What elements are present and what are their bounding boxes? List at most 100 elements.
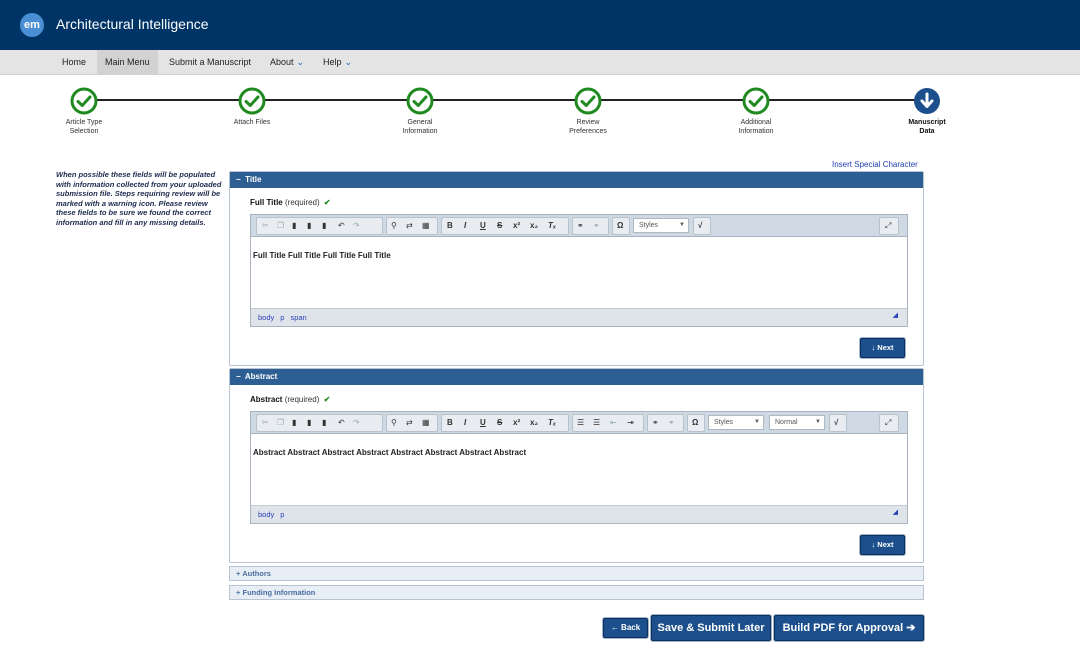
panel-title: Title (245, 175, 262, 184)
remove-format-icon[interactable]: Tₓ (548, 218, 556, 234)
abstract-content[interactable]: Abstract Abstract Abstract Abstract Abst… (253, 448, 526, 457)
unlink-icon[interactable]: ⚭ (593, 218, 600, 234)
strikethrough-icon[interactable]: S (497, 218, 502, 234)
title-next-button[interactable]: ↓ Next (860, 338, 905, 358)
title-panel-header[interactable]: − Title (230, 172, 923, 188)
underline-icon[interactable]: U (480, 415, 486, 431)
superscript-icon[interactable]: x² (513, 415, 520, 431)
redo-icon[interactable]: ↷ (353, 415, 360, 431)
panel-title: Abstract (244, 372, 278, 381)
find-icon[interactable]: ⚲ (391, 218, 397, 234)
paste-icon[interactable]: ▮ (292, 415, 296, 431)
maximize-icon[interactable]: ⤢ (885, 415, 891, 431)
styles-dropdown[interactable]: Styles ▼ (708, 415, 764, 430)
sqrt-icon[interactable]: √ (834, 415, 838, 431)
chevron-down-icon: ⌄ (344, 57, 353, 67)
full-title-content[interactable]: Full Title Full Title Full Title Full Ti… (253, 251, 391, 260)
step-general-information[interactable]: General Information (365, 87, 475, 136)
format-dropdown[interactable]: Normal ▼ (769, 415, 825, 430)
copy-icon[interactable]: ❐ (277, 218, 284, 234)
toolbar-group-special: Ω (687, 414, 705, 432)
replace-icon[interactable]: ⇄ (406, 218, 413, 234)
path-p[interactable]: p (280, 510, 284, 519)
unlink-icon[interactable]: ⚭ (668, 415, 675, 431)
undo-icon[interactable]: ↶ (338, 218, 345, 234)
step-manuscript-data[interactable]: Manuscript Data (872, 87, 982, 136)
full-title-editor[interactable]: ✂ ❐ ▮ ▮ ▮ ↶ ↷ ⚲ ⇄ ▦ B I U S x² x₂ Tₓ ⚭ ⚭… (250, 214, 908, 327)
nav-about[interactable]: About ⌄ (262, 50, 312, 75)
strikethrough-icon[interactable]: S (497, 415, 502, 431)
build-pdf-label: Build PDF for Approval (782, 622, 904, 634)
funding-information-section[interactable]: + Funding Information (229, 585, 924, 600)
replace-icon[interactable]: ⇄ (406, 415, 413, 431)
select-all-icon[interactable]: ▦ (422, 218, 430, 234)
path-body[interactable]: body (258, 313, 274, 322)
path-p[interactable]: p (280, 313, 284, 322)
copy-icon[interactable]: ❐ (277, 415, 284, 431)
superscript-icon[interactable]: x² (513, 218, 520, 234)
sqrt-icon[interactable]: √ (698, 218, 702, 234)
toolbar-group-format: B I U S x² x₂ Tₓ (441, 414, 569, 432)
italic-icon[interactable]: I (464, 415, 466, 431)
paste-icon[interactable]: ▮ (292, 218, 296, 234)
arrow-right-icon: ➔ (906, 622, 916, 634)
subscript-icon[interactable]: x₂ (530, 218, 538, 234)
insert-special-character-link[interactable]: Insert Special Character (832, 160, 918, 169)
toolbar-group-lists: ☰ ☰ ⇤ ⇥ (572, 414, 644, 432)
abstract-panel-header[interactable]: − Abstract (230, 369, 923, 385)
resize-handle-icon[interactable]: ◢ (893, 307, 898, 324)
toolbar-group-math: √ (829, 414, 847, 432)
save-submit-later-button[interactable]: Save & Submit Later (651, 615, 771, 641)
toolbar-group-maximize: ⤢ (879, 414, 899, 432)
maximize-icon[interactable]: ⤢ (885, 218, 891, 234)
abstract-next-button[interactable]: ↓ Next (860, 535, 905, 555)
underline-icon[interactable]: U (480, 218, 486, 234)
paste-text-icon[interactable]: ▮ (307, 415, 311, 431)
omega-icon[interactable]: Ω (617, 218, 623, 234)
nav-main-menu[interactable]: Main Menu (97, 50, 158, 75)
nav-submit-manuscript[interactable]: Submit a Manuscript (161, 50, 259, 75)
toolbar-group-find: ⚲ ⇄ ▦ (386, 414, 438, 432)
arrow-left-icon: ← (610, 623, 619, 632)
numbered-list-icon[interactable]: ☰ (577, 415, 584, 431)
bold-icon[interactable]: B (447, 218, 453, 234)
bold-icon[interactable]: B (447, 415, 453, 431)
indent-icon[interactable]: ⇥ (627, 415, 634, 431)
link-icon[interactable]: ⚭ (577, 218, 584, 234)
paste-text-icon[interactable]: ▮ (307, 218, 311, 234)
link-icon[interactable]: ⚭ (652, 415, 659, 431)
step-additional-information[interactable]: Additional Information (701, 87, 811, 136)
path-span[interactable]: span (290, 313, 306, 322)
undo-icon[interactable]: ↶ (338, 415, 345, 431)
cut-icon[interactable]: ✂ (262, 415, 269, 431)
remove-format-icon[interactable]: Tₓ (548, 415, 556, 431)
outdent-icon[interactable]: ⇤ (610, 415, 617, 431)
paste-word-icon[interactable]: ▮ (322, 415, 326, 431)
step-label: Manuscript Data (908, 119, 946, 135)
authors-section[interactable]: + Authors (229, 566, 924, 581)
resize-handle-icon[interactable]: ◢ (893, 504, 898, 521)
find-icon[interactable]: ⚲ (391, 415, 397, 431)
nav-help[interactable]: Help ⌄ (315, 50, 360, 75)
redo-icon[interactable]: ↷ (353, 218, 360, 234)
back-button[interactable]: ← Back (603, 618, 648, 638)
select-all-icon[interactable]: ▦ (422, 415, 430, 431)
toolbar-group-clipboard: ✂ ❐ ▮ ▮ ▮ ↶ ↷ (256, 414, 383, 432)
step-review-preferences[interactable]: Review Preferences (533, 87, 643, 136)
omega-icon[interactable]: Ω (692, 415, 698, 431)
italic-icon[interactable]: I (464, 218, 466, 234)
app-logo[interactable]: em (20, 13, 44, 37)
path-body[interactable]: body (258, 510, 274, 519)
step-article-type[interactable]: Article Type Selection (29, 87, 139, 136)
toolbar-group-format: B I U S x² x₂ Tₓ (441, 217, 569, 235)
nav-home[interactable]: Home (54, 50, 94, 75)
bulleted-list-icon[interactable]: ☰ (593, 415, 600, 431)
styles-dropdown[interactable]: Styles ▼ (633, 218, 689, 233)
cut-icon[interactable]: ✂ (262, 218, 269, 234)
abstract-editor[interactable]: ✂ ❐ ▮ ▮ ▮ ↶ ↷ ⚲ ⇄ ▦ B I U S x² x₂ Tₓ ☰ ☰… (250, 411, 908, 524)
build-pdf-button[interactable]: Build PDF for Approval ➔ (774, 615, 924, 641)
step-attach-files[interactable]: Attach Files (197, 87, 307, 127)
toolbar-group-math: √ (693, 217, 711, 235)
paste-word-icon[interactable]: ▮ (322, 218, 326, 234)
subscript-icon[interactable]: x₂ (530, 415, 538, 431)
